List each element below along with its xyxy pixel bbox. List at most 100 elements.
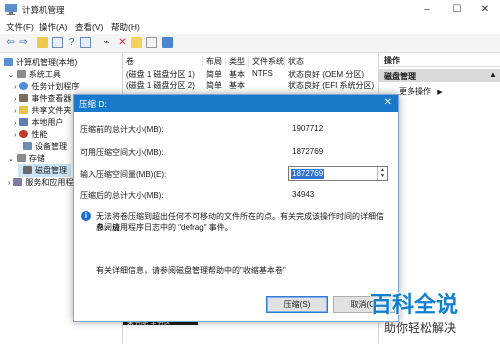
event-log-icon (19, 94, 29, 102)
services-icon (13, 178, 23, 186)
menu-view[interactable]: 查看(V) (75, 21, 103, 33)
show-hide-tree-icon[interactable] (52, 37, 63, 48)
cell-status: 状态良好 (OEM 分区) (288, 70, 364, 79)
svg-text:百科全说: 百科全说 (370, 292, 458, 318)
expand-chevron-icon[interactable]: › (14, 132, 16, 139)
disk-icon (23, 166, 32, 174)
watermark-logo: 百科全说 助你轻松解决 (370, 291, 459, 335)
info-icon: i (81, 211, 91, 221)
tree-item-event-viewer[interactable]: › 事件查看器 (14, 93, 71, 104)
tree-item-system-tools[interactable]: ⌄ 系统工具 (8, 69, 61, 80)
back-arrow-icon[interactable]: ⇦ (5, 37, 16, 48)
computer-management-icon (5, 4, 17, 15)
available-shrink-label: 可用压缩空间大小(MB): (80, 148, 164, 157)
column-header-status[interactable]: 状态 (285, 56, 377, 67)
device-icon (23, 142, 32, 150)
column-header-volume[interactable]: 卷 (123, 56, 203, 67)
available-shrink-value: 1872769 (292, 147, 324, 156)
column-header-type[interactable]: 类型 (226, 56, 249, 67)
actions-header: 操作 (379, 53, 500, 67)
actions-header-label: 操作 (384, 56, 400, 65)
menu-bar: 文件(F) 操作(A) 查看(V) 帮助(H) (0, 19, 500, 34)
dialog-title-bar: 压缩 D: ✕ (74, 95, 398, 112)
cell-filesystem: NTFS (252, 69, 273, 78)
properties-icon[interactable] (80, 37, 91, 48)
tree-item-label: 存储 (28, 154, 45, 163)
close-window-button[interactable]: ✕ (470, 0, 500, 19)
forward-arrow-icon[interactable]: ⇨ (18, 37, 29, 48)
stepper-down-icon[interactable]: ▼ (378, 173, 387, 179)
tools-icon (16, 70, 26, 78)
shrink-amount-stepper[interactable]: 1872769 ▲ ▼ (288, 166, 388, 181)
cell-type: 基本 (229, 81, 245, 90)
up-folder-icon[interactable] (37, 37, 48, 48)
actions-section-label: 磁盘管理 (384, 72, 416, 81)
tree-item-storage[interactable]: ⌄ 存储 (8, 153, 45, 164)
expand-chevron-icon[interactable]: › (14, 120, 16, 127)
menu-action[interactable]: 操作(A) (39, 21, 67, 33)
cell-status: 状态良好 (EFI 系统分区) (288, 81, 375, 90)
tree-item-label: 事件查看器 (31, 94, 72, 103)
info-text-line2: 参阅应用程序日志中的 "defrag" 事件。 (96, 223, 233, 232)
more-actions-item[interactable]: 更多操作 ▶ (399, 86, 443, 97)
tree-root[interactable]: 计算机管理(本地) (4, 57, 77, 68)
tree-item-label: 共享文件夹 (31, 106, 72, 115)
expand-chevron-icon[interactable]: › (14, 108, 16, 115)
storage-icon (16, 154, 26, 162)
tree-item-label: 磁盘管理 (35, 166, 67, 175)
delete-icon[interactable]: ✕ (117, 37, 128, 48)
tree-item-disk-management[interactable]: 磁盘管理 (18, 164, 71, 177)
collapse-chevron-icon[interactable]: ⌄ (8, 156, 14, 163)
size-before-value: 1907712 (292, 124, 324, 133)
more-actions-label: 更多操作 (399, 87, 431, 96)
column-header-layout[interactable]: 布局 (203, 56, 226, 67)
tree-item-shared-folders[interactable]: › 共享文件夹 (14, 105, 71, 116)
new-icon[interactable] (146, 37, 157, 48)
cell-volume: (磁盘 1 磁盘分区 2) (126, 81, 195, 90)
shrink-amount-label: 输入压缩空间量(MB)(E): (80, 170, 167, 179)
expand-chevron-icon[interactable]: › (14, 96, 16, 103)
menu-help[interactable]: 帮助(H) (111, 21, 140, 33)
expand-chevron-icon[interactable]: › (14, 84, 16, 91)
tree-item-label: 本地用户 (31, 118, 64, 127)
cell-layout: 简单 (206, 81, 222, 90)
shrink-button[interactable]: 压缩(S) (266, 296, 328, 313)
tree-item-device-manager[interactable]: 设备管理 (23, 141, 67, 152)
title-bar: 计算机管理 – ☐ ✕ (0, 0, 500, 19)
expand-chevron-icon[interactable]: › (8, 180, 10, 187)
help-text: 有关详细信息，请参阅磁盘管理帮助中的"收缩基本卷" (96, 266, 286, 275)
cell-layout: 简单 (206, 70, 222, 79)
help-icon[interactable]: ? (66, 37, 77, 48)
tree-item-label: 系统工具 (28, 70, 61, 79)
folder-icon (19, 106, 29, 114)
collapse-chevron-icon[interactable]: ⌄ (8, 72, 14, 79)
clock-icon (19, 82, 29, 90)
tree-item-label: 任务计划程序 (31, 82, 80, 91)
tree-item-task-scheduler[interactable]: › 任务计划程序 (14, 81, 79, 92)
dialog-close-icon[interactable]: ✕ (384, 97, 392, 108)
performance-icon (19, 130, 29, 138)
cell-volume: (磁盘 1 磁盘分区 1) (126, 70, 195, 79)
menu-file[interactable]: 文件(F) (6, 21, 34, 33)
tree-item-local-users[interactable]: › 本地用户 (14, 117, 63, 128)
connect-icon[interactable]: ⌁ (101, 37, 112, 48)
cell-type: 基本 (229, 70, 245, 79)
toolbar: ⇦ ⇨ ? ⌁ ✕ (0, 34, 500, 53)
computer-icon (4, 58, 13, 66)
window-icon[interactable] (162, 37, 173, 48)
dialog-title: 压缩 D: (79, 99, 107, 109)
maximize-button[interactable]: ☐ (442, 0, 472, 19)
tree-item-services-apps[interactable]: › 服务和应用程序 (8, 177, 81, 188)
size-before-label: 压缩前的总计大小(MB): (80, 125, 164, 134)
minimize-button[interactable]: – (412, 0, 442, 19)
column-header-filesystem[interactable]: 文件系统 (249, 56, 285, 67)
actions-section[interactable]: 磁盘管理 ▲ (379, 69, 500, 82)
shrink-dialog: 压缩 D: ✕ 压缩前的总计大小(MB): 1907712 可用压缩空间大小(M… (73, 94, 399, 322)
size-after-label: 压缩后的总计大小(MB): (80, 191, 164, 200)
collapse-arrow-icon[interactable]: ▲ (489, 70, 497, 79)
shrink-amount-input[interactable]: 1872769 (291, 169, 325, 179)
users-icon (19, 118, 29, 126)
open-icon[interactable] (131, 37, 142, 48)
tree-item-performance[interactable]: › 性能 (14, 129, 47, 140)
stepper-buttons[interactable]: ▲ ▼ (377, 167, 387, 180)
